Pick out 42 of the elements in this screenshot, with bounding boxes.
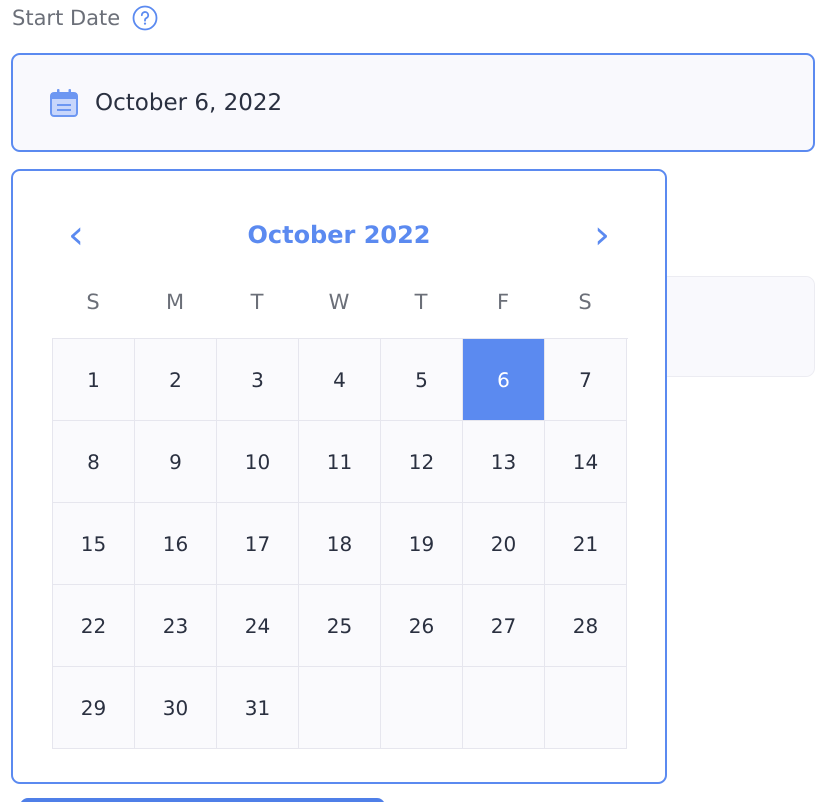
- day-cell[interactable]: 18: [299, 503, 381, 585]
- day-cell[interactable]: 28: [545, 585, 627, 667]
- weekday-label: S: [578, 290, 592, 314]
- day-cell[interactable]: 13: [463, 421, 545, 503]
- day-cell[interactable]: 23: [135, 585, 217, 667]
- calendar-icon: [49, 88, 79, 118]
- day-cell[interactable]: 11: [299, 421, 381, 503]
- weekday-label: M: [166, 290, 184, 314]
- day-cell[interactable]: 21: [545, 503, 627, 585]
- day-cell[interactable]: 24: [217, 585, 299, 667]
- day-cell[interactable]: 16: [135, 503, 217, 585]
- day-cell[interactable]: 19: [381, 503, 463, 585]
- day-cell[interactable]: 29: [53, 667, 135, 749]
- weekday-label: T: [414, 290, 428, 314]
- field-label: Start Date: [12, 6, 120, 30]
- date-field[interactable]: October 6, 2022: [11, 53, 815, 152]
- weekday-label: W: [328, 290, 350, 314]
- day-cell[interactable]: 30: [135, 667, 217, 749]
- day-cell[interactable]: 17: [217, 503, 299, 585]
- day-cell[interactable]: 2: [135, 339, 217, 421]
- day-cell[interactable]: 20: [463, 503, 545, 585]
- day-cell[interactable]: 22: [53, 585, 135, 667]
- day-cell[interactable]: 25: [299, 585, 381, 667]
- day-cell[interactable]: 7: [545, 339, 627, 421]
- help-icon[interactable]: [132, 5, 158, 31]
- day-cell[interactable]: 8: [53, 421, 135, 503]
- weekday-label: S: [86, 290, 100, 314]
- month-title: October 2022: [247, 221, 431, 249]
- day-cell[interactable]: 9: [135, 421, 217, 503]
- day-cell[interactable]: 10: [217, 421, 299, 503]
- day-cell[interactable]: 1: [53, 339, 135, 421]
- day-cell[interactable]: 15: [53, 503, 135, 585]
- day-cell[interactable]: 12: [381, 421, 463, 503]
- day-cell[interactable]: 4: [299, 339, 381, 421]
- weekday-label: T: [250, 290, 264, 314]
- day-cell[interactable]: 5: [381, 339, 463, 421]
- day-cell[interactable]: 27: [463, 585, 545, 667]
- day-cell[interactable]: 14: [545, 421, 627, 503]
- day-cell[interactable]: 3: [217, 339, 299, 421]
- weekday-label: F: [496, 290, 510, 314]
- day-cell[interactable]: 26: [381, 585, 463, 667]
- day-cell[interactable]: 31: [217, 667, 299, 749]
